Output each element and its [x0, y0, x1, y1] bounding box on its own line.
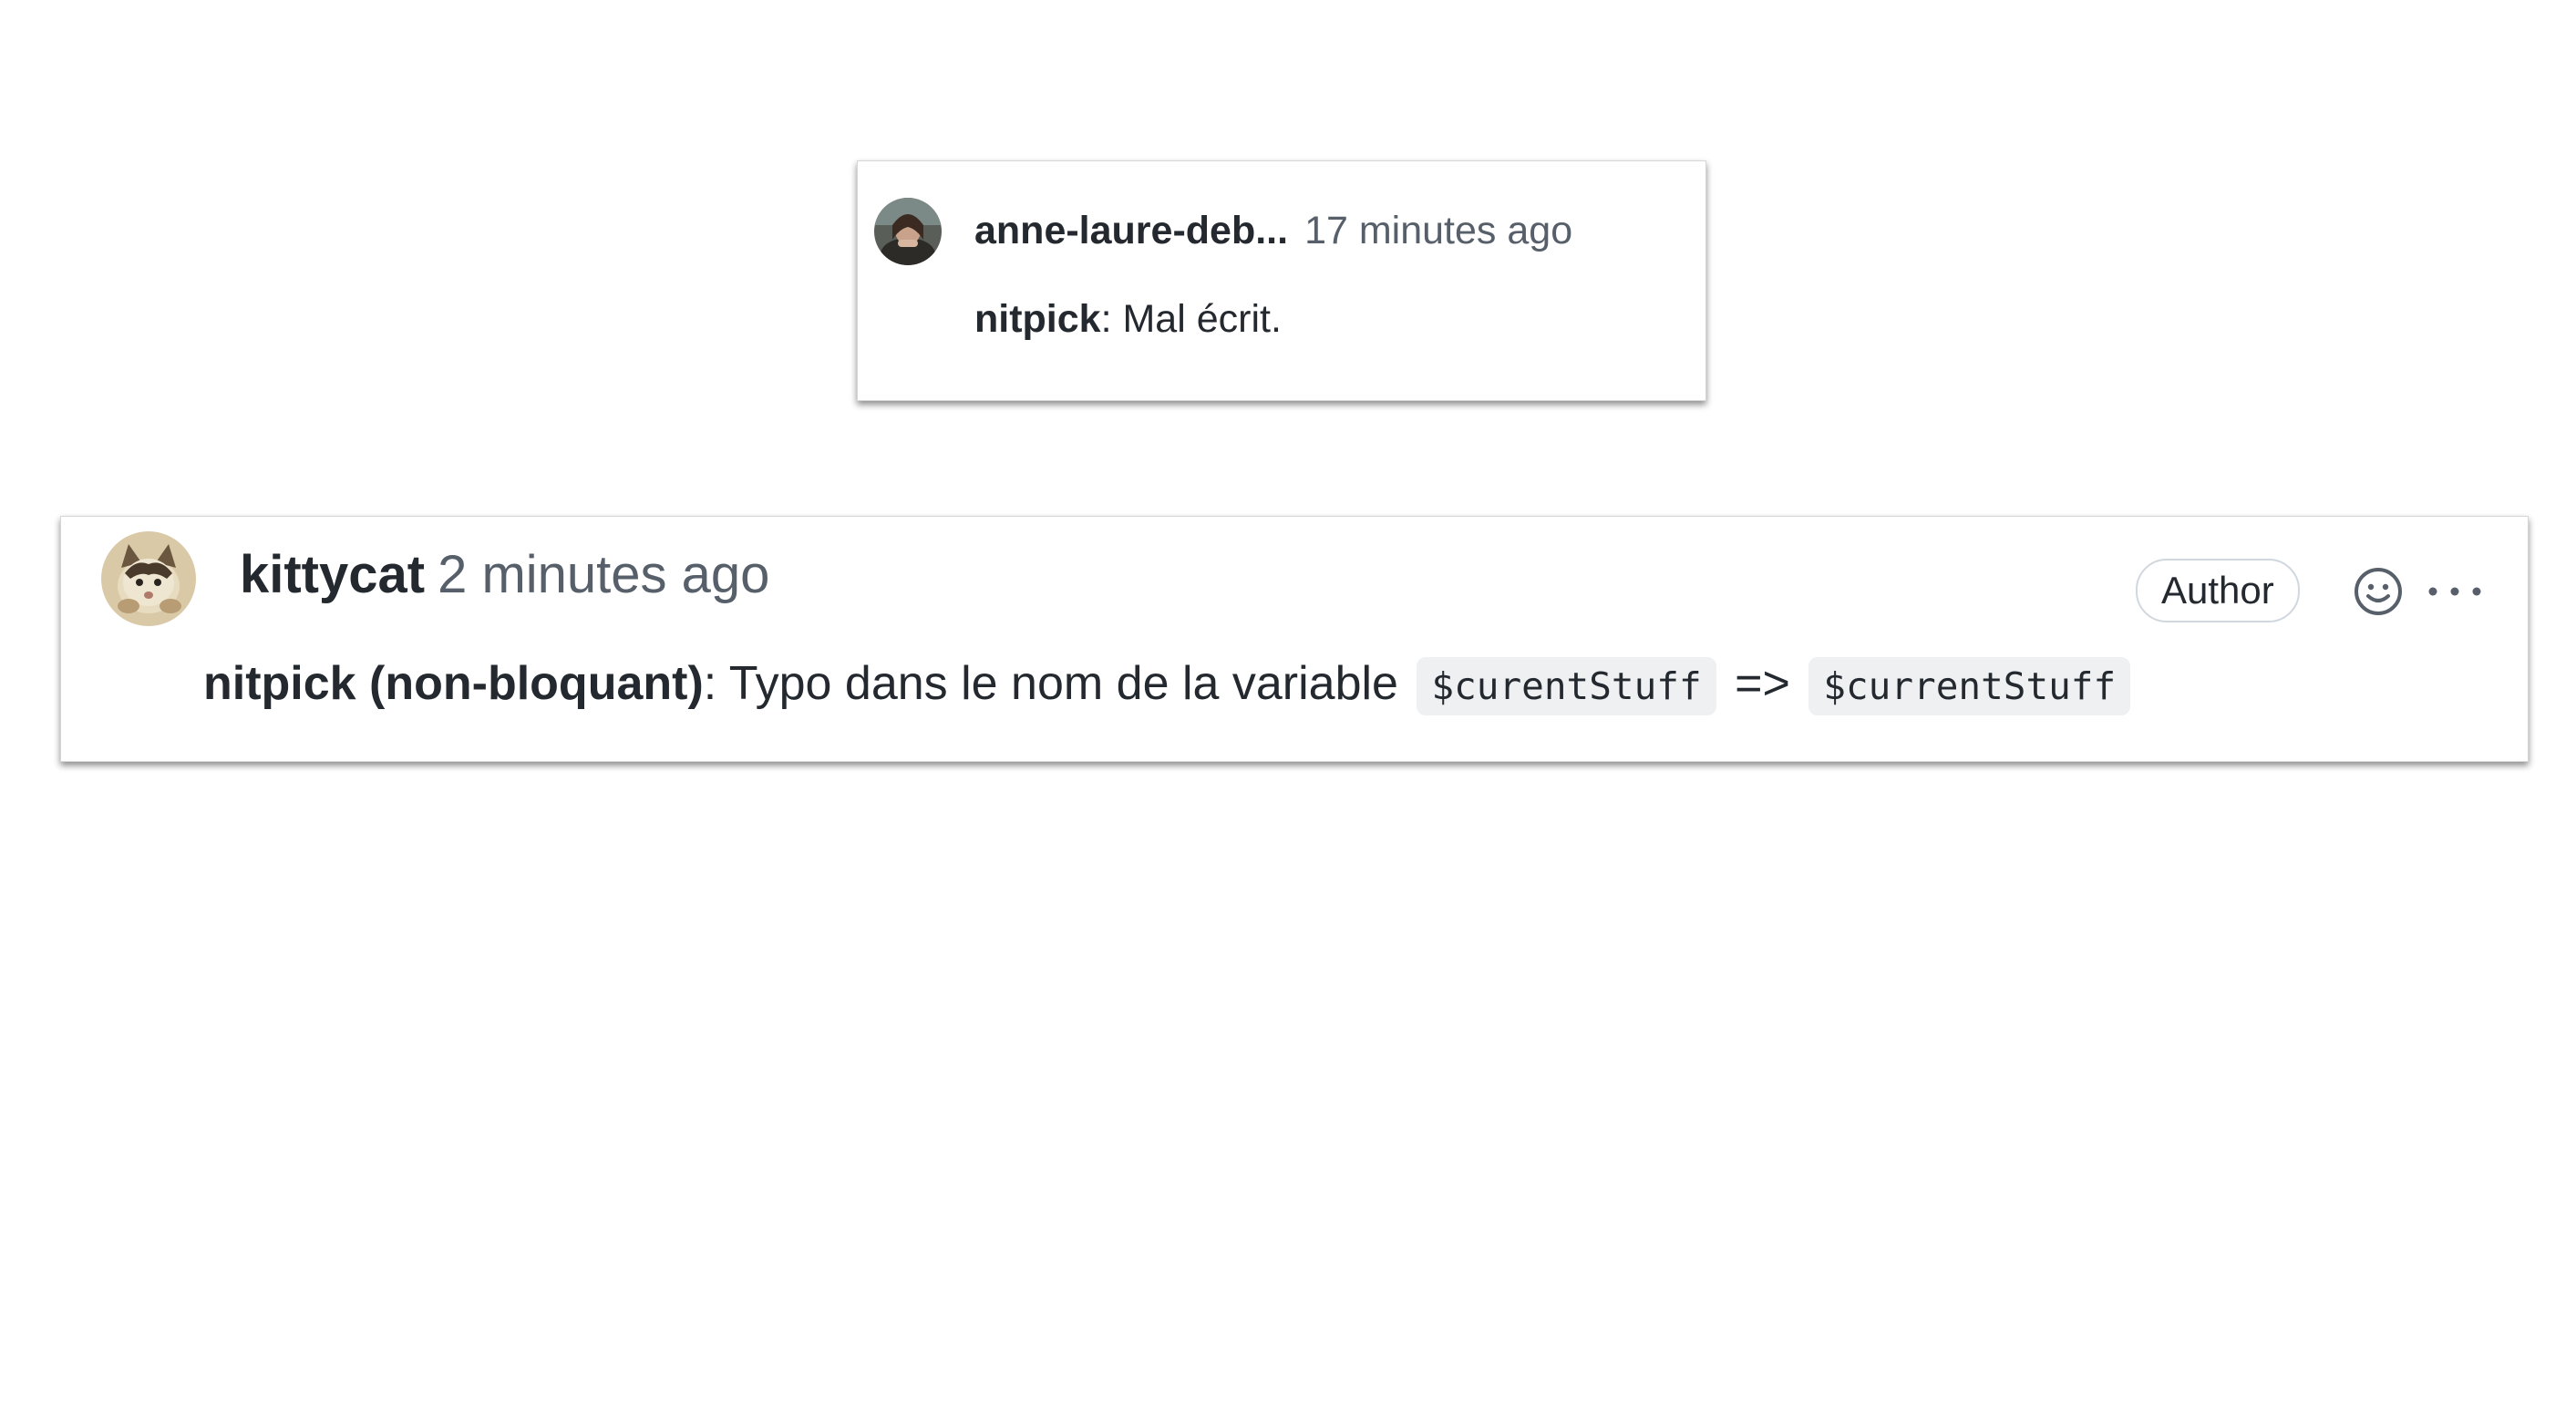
comment-card-kittycat: kittycat 2 minutes ago Author nitpick (no…	[60, 516, 2529, 762]
author-name[interactable]: kittycat	[240, 545, 425, 604]
kebab-horizontal-icon	[2428, 587, 2481, 596]
arrow-symbol: =>	[1735, 657, 1790, 710]
comment-text: Typo dans le nom de la variable	[716, 657, 1412, 710]
avatar-image	[874, 198, 942, 265]
arrow-text: =>	[1722, 657, 1804, 710]
avatar-image	[101, 531, 196, 626]
author-name[interactable]: anne-laure-deb...	[974, 209, 1288, 252]
timestamp[interactable]: 2 minutes ago	[438, 545, 769, 604]
comment-header: kittycat 2 minutes ago	[240, 542, 769, 608]
comment-label: nitpick (non-bloquant)	[203, 657, 704, 710]
code-old-variable: $curentStuff	[1417, 657, 1716, 715]
label-separator: :	[703, 657, 717, 710]
comment-label: nitpick	[974, 297, 1101, 341]
comment-text: Mal écrit.	[1111, 297, 1282, 341]
add-reaction-button[interactable]	[2351, 564, 2406, 619]
code-new-variable: $currentStuff	[1808, 657, 2131, 715]
avatar[interactable]	[101, 531, 196, 626]
timestamp[interactable]: 17 minutes ago	[1304, 209, 1572, 252]
comment-body: nitpick (non-bloquant): Typo dans le nom…	[203, 650, 2136, 720]
label-separator: :	[1100, 297, 1112, 341]
more-options-button[interactable]	[2424, 571, 2486, 612]
avatar[interactable]	[874, 198, 942, 265]
author-badge: Author	[2136, 559, 2300, 622]
comment-card-anne-laure: anne-laure-deb... 17 minutes ago nitpick:…	[857, 160, 1706, 401]
comment-header: anne-laure-deb... 17 minutes ago	[974, 203, 1572, 258]
page: anne-laure-deb... 17 minutes ago nitpick:…	[0, 0, 2576, 1409]
comment-body: nitpick: Mal écrit.	[974, 292, 1282, 346]
smiley-icon	[2354, 568, 2402, 615]
